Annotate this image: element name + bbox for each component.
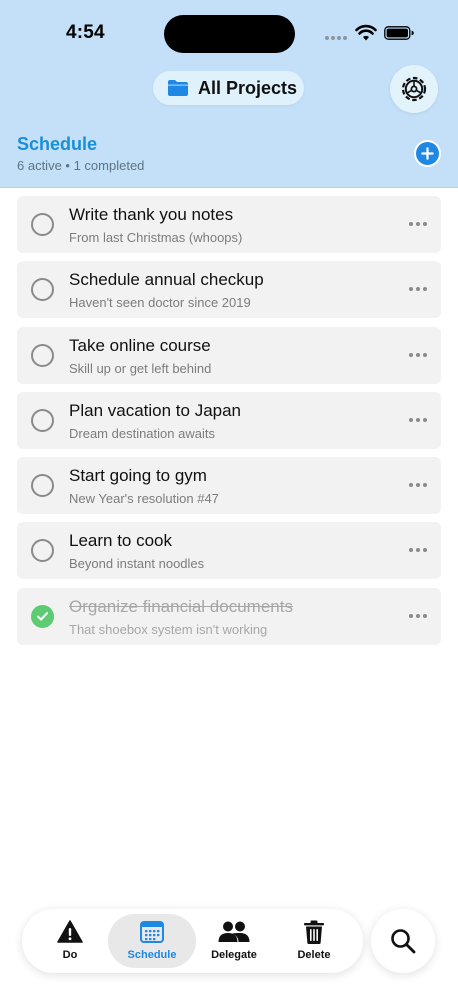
- settings-button[interactable]: [390, 65, 438, 113]
- task-checkbox[interactable]: [31, 474, 54, 498]
- warning-icon: [57, 920, 83, 943]
- status-time: 4:54: [66, 22, 105, 43]
- task-subtitle: Skill up or get left behind: [69, 360, 212, 376]
- task-list: Write thank you notes From last Christma…: [17, 196, 441, 653]
- task-row[interactable]: Take online course Skill up or get left …: [17, 326, 441, 384]
- header: 4:54 All Projects Schedule 6 active • 1 …: [0, 0, 458, 188]
- tab-delete[interactable]: Delete: [280, 914, 348, 968]
- section-title: Schedule: [17, 134, 98, 154]
- project-selector-label: All Projects: [198, 77, 298, 98]
- section-summary: 6 active • 1 completed: [17, 158, 145, 173]
- project-selector-button[interactable]: All Projects: [153, 71, 304, 105]
- task-row[interactable]: Start going to gym New Year's resolution…: [17, 457, 441, 515]
- task-subtitle: Dream destination awaits: [69, 425, 215, 441]
- tab-label: Schedule: [127, 949, 177, 961]
- people-icon: [218, 921, 250, 942]
- more-options-icon[interactable]: [409, 610, 427, 622]
- task-title: Learn to cook: [69, 531, 173, 551]
- task-checkbox[interactable]: [31, 343, 54, 367]
- task-row[interactable]: Write thank you notes From last Christma…: [17, 196, 441, 253]
- task-title: Start going to gym: [69, 466, 207, 486]
- task-checkbox[interactable]: [31, 213, 54, 236]
- more-options-icon[interactable]: [409, 349, 427, 361]
- task-row[interactable]: Plan vacation to Japan Dream destination…: [17, 391, 441, 449]
- more-options-icon[interactable]: [409, 283, 427, 295]
- folder-icon: [168, 80, 188, 96]
- add-task-button[interactable]: [414, 140, 441, 167]
- task-subtitle: New Year's resolution #47: [69, 491, 219, 507]
- search-button[interactable]: [371, 909, 435, 973]
- task-subtitle: Haven't seen doctor since 2019: [69, 295, 251, 311]
- task-row[interactable]: Schedule annual checkup Haven't seen doc…: [17, 261, 441, 319]
- search-icon: [391, 929, 416, 954]
- task-row-completed[interactable]: Organize financial documents That shoebo…: [17, 587, 441, 645]
- task-row[interactable]: Learn to cook Beyond instant noodles: [17, 522, 441, 580]
- tab-delegate[interactable]: Delegate: [200, 914, 268, 968]
- task-subtitle: That shoebox system isn't working: [69, 621, 268, 637]
- wifi-icon: [355, 24, 377, 41]
- tab-label: Do: [62, 949, 78, 961]
- tab-label: Delegate: [211, 949, 257, 961]
- tab-label: Delete: [297, 949, 331, 961]
- task-subtitle: Beyond instant noodles: [69, 556, 205, 572]
- tab-bar: Do Schedule Delegate Delete: [22, 909, 363, 973]
- trash-icon: [304, 920, 324, 944]
- task-title: Schedule annual checkup: [69, 270, 264, 290]
- task-checkbox[interactable]: [31, 408, 54, 432]
- calendar-icon: [140, 921, 164, 943]
- task-title: Organize financial documents: [69, 596, 293, 616]
- plus-icon: [421, 147, 434, 160]
- more-options-icon[interactable]: [409, 218, 427, 230]
- task-checkbox[interactable]: [31, 539, 54, 563]
- task-title: Plan vacation to Japan: [69, 400, 242, 420]
- gear-icon: [401, 76, 427, 102]
- task-subtitle: From last Christmas (whoops): [69, 230, 243, 245]
- task-checkbox-checked[interactable]: [31, 604, 54, 628]
- more-options-icon[interactable]: [409, 414, 427, 426]
- task-checkbox[interactable]: [31, 278, 54, 302]
- task-title: Write thank you notes: [69, 205, 234, 224]
- task-title: Take online course: [69, 335, 211, 355]
- cellular-signal-icon: [325, 36, 347, 40]
- dynamic-island: [164, 15, 295, 53]
- more-options-icon[interactable]: [409, 544, 427, 556]
- checkmark-icon: [37, 611, 48, 621]
- tab-do[interactable]: Do: [36, 914, 104, 968]
- tab-schedule[interactable]: Schedule: [108, 914, 196, 968]
- more-options-icon[interactable]: [409, 479, 427, 491]
- battery-icon: [384, 26, 414, 40]
